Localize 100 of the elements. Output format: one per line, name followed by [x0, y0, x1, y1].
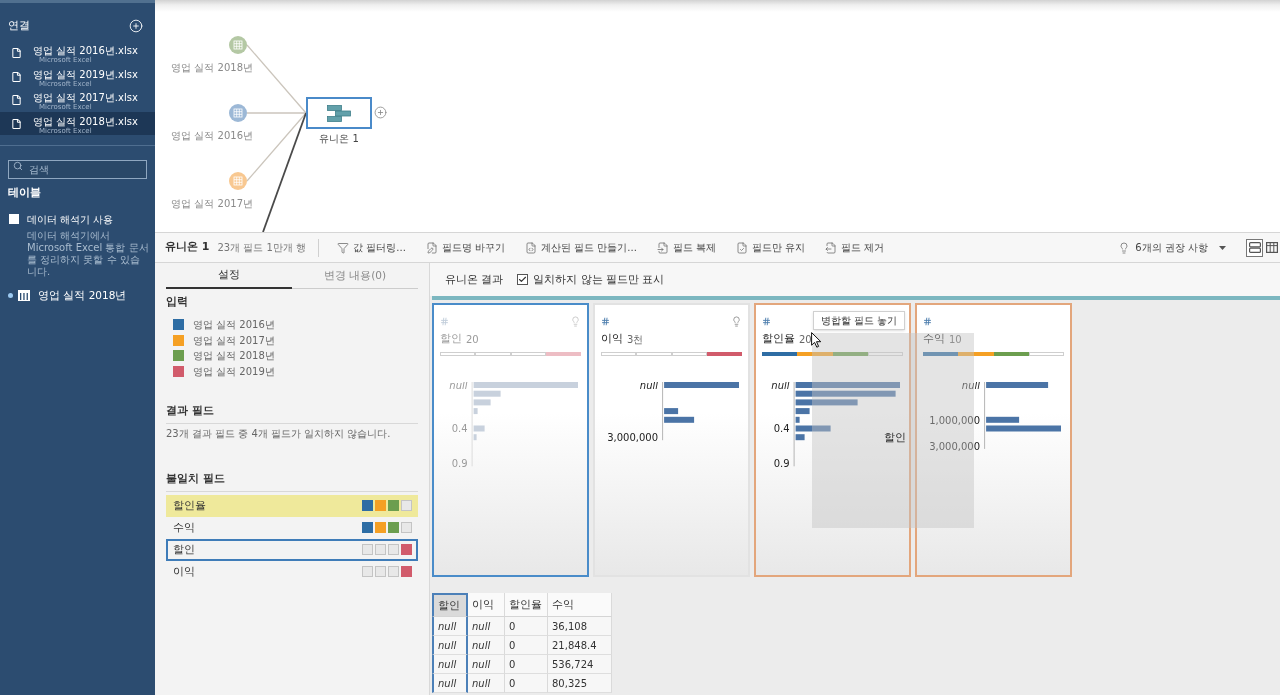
field-name: 할인율	[762, 331, 795, 347]
file-icon	[11, 117, 22, 130]
table-cell: 36,108	[548, 617, 612, 636]
help-text: 데이터 해석기에서 Microsoft Excel 통합 문서를 정리하지 못할 수 있습니다.	[27, 229, 149, 278]
cursor-icon	[811, 332, 822, 348]
caret-icon	[1219, 245, 1226, 250]
field-name: 할인	[173, 541, 195, 558]
field-name: 할인율	[173, 497, 206, 514]
checkbox-label: 데이터 해석기 사용	[27, 212, 114, 227]
hash-icon	[601, 316, 610, 326]
table-cell: 0	[505, 636, 548, 655]
field-name: 할인	[884, 431, 906, 444]
field-row[interactable]: 수익	[166, 516, 418, 539]
field-name: 할인	[440, 331, 462, 347]
table-cell: null	[432, 674, 468, 693]
table-cell: null	[432, 655, 468, 674]
dot-icon	[8, 293, 13, 298]
tooltip: 병합할 필드 놓기	[813, 311, 906, 330]
table-cell: 0	[505, 655, 548, 674]
step-summary: 23개 필드 1만개 행	[217, 241, 307, 255]
histogram-bar	[473, 425, 485, 432]
column-header[interactable]: 할인율	[505, 593, 548, 617]
toolbar-button[interactable]: 필드 복제	[656, 240, 717, 255]
file-icon	[11, 94, 22, 106]
search-icon	[13, 160, 23, 171]
table-node-icon[interactable]	[229, 36, 247, 54]
lightbulb-icon[interactable]	[570, 315, 581, 327]
file-name: 영업 실적 2017년.xlsx	[33, 92, 138, 103]
axis-label: 3,000,000	[607, 432, 659, 443]
axis-label: null	[449, 382, 468, 391]
section-title: 결과 필드	[166, 403, 214, 416]
table-cell: 21,848.4	[548, 636, 612, 655]
legend-label: 영업 실적 2019년	[193, 364, 275, 379]
node-label: 영업 실적 2016년	[171, 130, 253, 141]
axis-label: 0.9	[451, 458, 468, 470]
axis-label: 0.4	[451, 423, 468, 435]
node-label: 영업 실적 2017년	[171, 198, 253, 209]
check-icon	[518, 275, 528, 284]
field-name: 이익	[601, 331, 623, 347]
histogram-bar	[986, 382, 1049, 388]
lightbulb-icon	[1118, 241, 1131, 254]
tab[interactable]: 설정	[166, 263, 292, 289]
column-header[interactable]: 수익	[548, 593, 612, 617]
search-field[interactable]: 검색	[8, 160, 147, 179]
recommendations-button[interactable]: 6개의 권장 사항	[1118, 240, 1226, 255]
document-arrow-in-icon	[656, 241, 669, 254]
hash-icon	[440, 316, 449, 326]
table-cell: 0	[505, 617, 548, 636]
document-check-icon	[736, 241, 749, 254]
table-cell: null	[468, 674, 505, 693]
node-label: 영업 실적 2018년	[171, 62, 253, 73]
histogram-bar	[986, 416, 1020, 423]
file-icon	[11, 70, 22, 83]
toolbar-button[interactable]: 필드명 바꾸기	[425, 240, 505, 255]
axis-label: null	[639, 382, 659, 391]
document-code-icon	[525, 241, 537, 254]
field-row[interactable]: 할인율	[166, 494, 418, 517]
table-cell: null	[432, 636, 468, 655]
cards-view-icon	[1248, 242, 1261, 253]
table-cell: null	[432, 617, 468, 636]
field-card[interactable]: 이익 3천 null 3,000,000	[593, 303, 750, 577]
axis-label: 0.4	[773, 423, 790, 435]
toolbar-button[interactable]: 값 필터링...	[337, 240, 406, 255]
toolbar-button[interactable]: 계산된 필드 만들기...	[525, 240, 637, 255]
checkbox-label: 일치하지 않는 필드만 표시	[533, 271, 665, 287]
table-cell: 80,325	[548, 674, 612, 693]
section-title: 입력	[166, 294, 188, 309]
axis-label: 1,000,000	[929, 414, 981, 426]
document-pen-icon	[425, 241, 438, 254]
table-node-icon[interactable]	[229, 172, 247, 190]
section-title: 테이블	[8, 185, 41, 201]
table-cell: 0	[505, 674, 548, 693]
value-count: 3천	[627, 332, 644, 347]
toolbar-button[interactable]: 필드만 유지	[736, 240, 806, 255]
axis-label: 0.9	[773, 458, 790, 470]
table-name[interactable]: 영업 실적 2018년	[38, 287, 127, 304]
table-cell: null	[468, 636, 505, 655]
table-cell: null	[468, 617, 505, 636]
hash-icon	[762, 316, 771, 326]
checkbox[interactable]	[517, 274, 529, 285]
histogram-bar	[473, 434, 477, 441]
table-node-icon[interactable]	[229, 104, 247, 122]
checkbox[interactable]	[9, 214, 19, 224]
panel-title: 유니온 결과	[445, 271, 504, 287]
table-cell: null	[468, 655, 505, 674]
axis-label: null	[771, 382, 790, 391]
union-node[interactable]	[306, 97, 372, 129]
view-button[interactable]	[1246, 238, 1263, 257]
axis-label: null	[961, 382, 981, 391]
file-icon	[11, 47, 22, 59]
column-header[interactable]: 할인	[432, 593, 468, 617]
column-header[interactable]: 이익	[468, 593, 505, 617]
field-name: 이익	[173, 563, 195, 580]
field-card[interactable]: 수익 10 null 1,000,000 3,000,000	[915, 303, 1072, 577]
table-icon	[18, 290, 30, 301]
lightbulb-icon[interactable]	[731, 315, 742, 327]
field-row[interactable]: 이익	[166, 560, 418, 583]
histogram-bar	[795, 425, 831, 432]
field-row[interactable]: 할인	[166, 538, 418, 561]
toolbar-button[interactable]: 필드 제거	[825, 240, 885, 255]
